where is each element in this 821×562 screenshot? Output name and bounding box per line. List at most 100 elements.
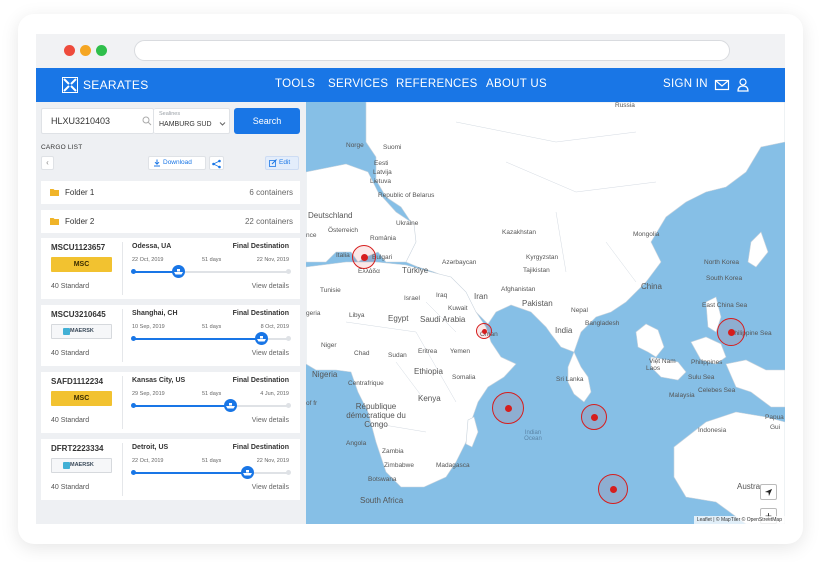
nav-services[interactable]: SERVICES: [328, 78, 388, 90]
download-button[interactable]: Download: [148, 156, 206, 170]
map-label-tunisie: Tunisie: [320, 287, 341, 294]
map-label-egypt: Egypt: [388, 314, 409, 323]
user-icon[interactable]: [735, 77, 751, 93]
locate-icon[interactable]: [760, 484, 777, 500]
map-label-indian-ocean: Indian Ocean: [524, 430, 542, 442]
map-label-italia: Italia: [336, 252, 350, 259]
nav-tools[interactable]: TOOLS: [275, 78, 315, 90]
vessel-marker-arabian-sea[interactable]: [492, 392, 524, 424]
map-label-zimbabwe: Zimbabwe: [384, 462, 414, 469]
container-card[interactable]: SAFD1112234 MSC 40 Standard Kansas City, US…: [41, 372, 300, 433]
folder-icon: [50, 218, 59, 225]
back-button[interactable]: ‹: [41, 156, 54, 170]
container-id: MSCU3210645: [51, 310, 106, 319]
cargo-list-heading: CARGO LIST: [41, 144, 83, 151]
arrival-date: 22 Nov, 2019: [256, 257, 289, 263]
vessel-marker-mediterranean[interactable]: [352, 245, 376, 269]
minimize-window-button[interactable]: [80, 45, 91, 56]
container-type: 40 Standard: [51, 350, 90, 357]
map-label-papua: Papua: [765, 414, 784, 421]
nav-about-us[interactable]: ABOUT US: [486, 78, 547, 90]
ship-icon: [223, 399, 237, 412]
share-button[interactable]: [209, 156, 224, 170]
map-label-south-africa: South Africa: [360, 496, 404, 505]
map-label-iraq: Iraq: [436, 292, 448, 299]
shipment-progress-bar: [131, 265, 291, 278]
map-label-sri-lanka: Sri Lanka: [556, 376, 584, 383]
mail-icon[interactable]: [714, 77, 730, 93]
vessel-marker-east-china-sea[interactable]: [717, 318, 745, 346]
vessel-marker-south-indian-ocean[interactable]: [598, 474, 628, 504]
browser-window: SEARATES TOOLS SERVICES REFERENCES ABOUT…: [36, 34, 785, 524]
map-label-laos: Laos: [646, 365, 661, 372]
share-icon: [212, 159, 221, 169]
map-label-rdc: République démocratique du Congo: [346, 402, 406, 429]
sign-in-link[interactable]: SIGN IN: [663, 78, 708, 90]
map-label-malaysia: Malaysia: [669, 392, 695, 399]
search-icon[interactable]: [142, 116, 152, 126]
ship-icon: [240, 466, 254, 479]
arrival-date: 4 Jun, 2019: [260, 391, 289, 397]
maximize-window-button[interactable]: [96, 45, 107, 56]
shipment-progress-bar: [131, 399, 291, 412]
carrier-logo: MSC: [51, 391, 112, 406]
nav-references[interactable]: REFERENCES: [396, 78, 478, 90]
map-label-bangladesh: Bangladesh: [585, 320, 620, 327]
edit-button[interactable]: Edit: [265, 156, 299, 170]
map-label-lietuva: Lietuva: [370, 178, 391, 185]
brand-name[interactable]: SEARATES: [83, 78, 149, 92]
folder-row-2[interactable]: Folder 2 22 containers: [41, 210, 300, 233]
final-destination-label: Final Destination: [232, 243, 289, 250]
search-button[interactable]: Search: [234, 108, 300, 134]
browser-chrome: [36, 34, 785, 68]
map-label-iran: Iran: [474, 292, 488, 301]
tracking-map[interactable]: Russia Norge Suomi Eesti Latvija Lietuva Repub…: [306, 102, 785, 524]
departure-date: 22 Oct, 2019: [132, 458, 164, 464]
origin-dot: [131, 403, 136, 408]
map-label-eesti: Eesti: [374, 160, 389, 167]
view-details-link[interactable]: View details: [252, 417, 289, 424]
map-label-niger: Niger: [321, 342, 337, 349]
folder-name: Folder 1: [65, 188, 95, 197]
map-label-pakistan: Pakistan: [522, 299, 553, 308]
sealine-value: HAMBURG SUD: [159, 121, 212, 128]
container-number-value: HLXU3210403: [51, 116, 111, 126]
searates-logo-icon[interactable]: [62, 77, 78, 93]
sealine-select[interactable]: Sealines HAMBURG SUD: [154, 108, 230, 134]
container-card[interactable]: DFRT2223334 MAERSK 40 Standard Detroit, US F…: [41, 439, 300, 500]
view-details-link[interactable]: View details: [252, 350, 289, 357]
map-label-kenya: Kenya: [418, 394, 441, 403]
departure-date: 10 Sep, 2019: [132, 324, 165, 330]
map-label-deutschland: Deutschland: [308, 211, 353, 220]
map-label-azerbaijan: Azərbaycan: [442, 259, 477, 266]
origin-port: Kansas City, US: [132, 377, 186, 384]
container-card[interactable]: MSCU1123657 MSC 40 Standard Odessa, UA Final…: [41, 238, 300, 299]
download-label: Download: [163, 159, 192, 166]
map-label-kazakhstan: Kazakhstan: [502, 229, 536, 236]
carrier-logo-text: MSC: [73, 395, 90, 402]
container-card[interactable]: MSCU3210645 MAERSK 40 Standard Shanghai, CH…: [41, 305, 300, 366]
map-label-yemen: Yemen: [450, 348, 470, 355]
map-label-zambia: Zambia: [382, 448, 404, 455]
view-details-link[interactable]: View details: [252, 283, 289, 290]
map-label-botswana: Botswana: [368, 476, 397, 483]
map-label-indonesia: Indonesia: [698, 427, 727, 434]
map-attribution[interactable]: Leaflet | © MapTiler © OpenStreetMap: [693, 516, 785, 524]
folder-count: 6 containers: [249, 188, 293, 197]
vessel-marker-gulf-of-aden[interactable]: [476, 323, 492, 339]
map-label-tajikistan: Tajikistan: [523, 267, 550, 274]
close-window-button[interactable]: [64, 45, 75, 56]
card-divider: [122, 376, 123, 429]
map-label-kuwait: Kuwait: [448, 305, 468, 312]
map-label-madagascar: Madagasca: [436, 462, 470, 469]
map-label-sulu-sea: Sulu Sea: [688, 374, 715, 381]
card-divider: [122, 309, 123, 362]
folder-row-1[interactable]: Folder 1 6 containers: [41, 181, 300, 204]
carrier-logo-text: MSC: [73, 261, 90, 268]
vessel-marker-indian-ocean[interactable]: [581, 404, 607, 430]
map-label-russia: Russia: [615, 102, 635, 109]
arrival-date: 22 Nov, 2019: [256, 458, 289, 464]
address-bar[interactable]: [134, 40, 730, 61]
view-details-link[interactable]: View details: [252, 484, 289, 491]
container-search-input[interactable]: HLXU3210403: [41, 108, 154, 134]
